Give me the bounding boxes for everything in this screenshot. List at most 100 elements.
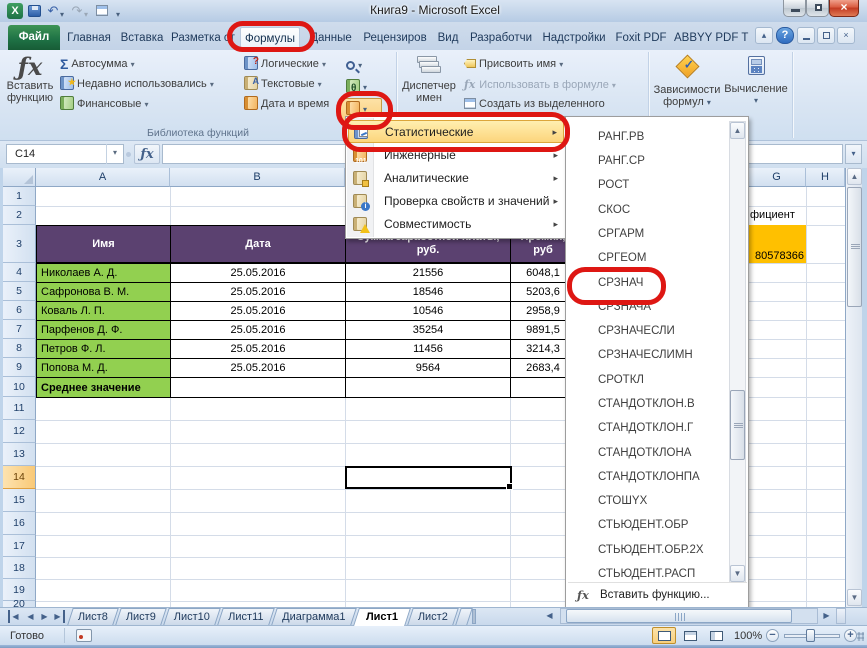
workbook-minimize-icon[interactable]: [797, 27, 815, 44]
sheet-tab-list10[interactable]: Лист10: [163, 608, 221, 625]
insert-function-button[interactable]: ƒx Вставить функцию: [6, 54, 54, 104]
function-item[interactable]: СТАНДОТКЛОНПА: [568, 465, 728, 489]
cell-a8[interactable]: Петров Ф. Л.: [36, 339, 171, 359]
menu-scrollbar-thumb[interactable]: [730, 390, 745, 460]
function-item[interactable]: РАНГ.СР: [568, 149, 728, 173]
collapse-ribbon-icon[interactable]: ▴: [755, 27, 773, 44]
cell-g3-highlighted-value[interactable]: 80578366: [748, 225, 806, 263]
financial-button[interactable]: Финансовые ▾: [60, 95, 148, 114]
name-manager-button[interactable]: Диспетчер имен: [400, 56, 458, 104]
menu-item-engineering[interactable]: 101 Инженерные ▸: [348, 144, 564, 167]
cell-c8[interactable]: 11456: [345, 339, 511, 359]
function-item-srznach[interactable]: СРЗНАЧ: [568, 271, 728, 295]
function-item[interactable]: РОСТ: [568, 173, 728, 197]
tab-data[interactable]: Данные: [306, 27, 356, 50]
column-header-b[interactable]: B: [170, 168, 345, 187]
cell-a5[interactable]: Сафронова В. М.: [36, 282, 171, 302]
workbook-restore-icon[interactable]: [817, 27, 835, 44]
cell-b6[interactable]: 25.05.2016: [170, 301, 346, 321]
autosum-button[interactable]: ΣАвтосумма ▾: [60, 55, 135, 74]
row-header-11[interactable]: 11: [3, 397, 36, 420]
function-item[interactable]: СРОТКЛ: [568, 368, 728, 392]
date-time-button[interactable]: Дата и время: [244, 95, 329, 114]
insert-function-menu-item[interactable]: ƒx Вставить функцию...: [567, 583, 748, 607]
select-all-corner[interactable]: [3, 168, 36, 187]
horizontal-scrollbar-thumb[interactable]: [566, 609, 792, 623]
function-item[interactable]: СРЗНАЧА: [568, 295, 728, 319]
cell-b7[interactable]: 25.05.2016: [170, 320, 346, 340]
minimize-button[interactable]: [783, 0, 806, 17]
function-item[interactable]: РАНГ.РВ: [568, 125, 728, 149]
cell-b4[interactable]: 25.05.2016: [170, 263, 346, 283]
recently-used-button[interactable]: ★Недавно использовались ▾: [60, 75, 214, 94]
sheet-tab-list8[interactable]: Лист8: [67, 608, 119, 625]
tab-page-layout[interactable]: Разметка ст: [170, 27, 236, 50]
quick-access-table-icon[interactable]: [96, 5, 108, 16]
resize-grip[interactable]: [857, 632, 864, 641]
sheet-tab-list1-active[interactable]: Лист1: [353, 608, 411, 626]
cell-a7[interactable]: Парфенов Д. Ф.: [36, 320, 171, 340]
row-header-18[interactable]: 18: [3, 557, 36, 579]
prev-sheet-icon[interactable]: ◀: [24, 610, 37, 623]
name-box-dropdown-icon[interactable]: ▾: [106, 144, 123, 164]
redo-dropdown-icon[interactable]: ▾: [84, 7, 88, 23]
next-sheet-icon[interactable]: ▶: [38, 610, 51, 623]
row-header-9[interactable]: 9: [3, 358, 36, 377]
cell-b5[interactable]: 25.05.2016: [170, 282, 346, 302]
row-header-12[interactable]: 12: [3, 420, 36, 443]
scrollbar-resize-handle[interactable]: [836, 608, 846, 624]
define-name-button[interactable]: Присвоить имя ▾: [464, 55, 563, 74]
close-button[interactable]: ×: [829, 0, 859, 17]
cell-a9[interactable]: Попова М. Д.: [36, 358, 171, 378]
zoom-slider-thumb[interactable]: [806, 629, 815, 642]
cell-a10-average-label[interactable]: Среднее значение: [36, 377, 171, 398]
menu-item-information[interactable]: i Проверка свойств и значений ▸: [348, 190, 564, 213]
use-in-formula-button[interactable]: ƒxИспользовать в формуле ▾: [464, 75, 616, 94]
scroll-up-icon[interactable]: ▲: [847, 168, 862, 185]
hscroll-right-icon[interactable]: ▶: [820, 609, 833, 622]
row-header-1[interactable]: 1: [3, 187, 36, 206]
function-item[interactable]: СТАНДОТКЛОНА: [568, 441, 728, 465]
menu-item-compatibility[interactable]: Совместимость ▸: [348, 213, 564, 236]
column-header-h[interactable]: H: [806, 168, 845, 187]
scroll-down-icon[interactable]: ▼: [730, 565, 745, 582]
vertical-scrollbar[interactable]: ▲ ▼: [845, 168, 862, 607]
macro-record-button[interactable]: [76, 629, 92, 642]
function-item[interactable]: СРГАРМ: [568, 222, 728, 246]
restore-button[interactable]: [806, 0, 829, 17]
cell-c6[interactable]: 10546: [345, 301, 511, 321]
column-header-g[interactable]: G: [748, 168, 806, 187]
create-from-selection-button[interactable]: Создать из выделенного: [464, 95, 605, 114]
menu-item-statistical[interactable]: Статистические ▸: [348, 120, 564, 143]
menu-item-analytical[interactable]: Аналитические ▸: [348, 167, 564, 190]
cell-a6[interactable]: Коваль Л. П.: [36, 301, 171, 321]
view-page-layout-button[interactable]: [678, 627, 702, 644]
row-header-5[interactable]: 5: [3, 282, 36, 301]
table-header-date[interactable]: Дата: [170, 225, 346, 263]
horizontal-scrollbar[interactable]: [560, 608, 818, 624]
scroll-up-icon[interactable]: ▲: [730, 122, 745, 139]
row-header-7[interactable]: 7: [3, 320, 36, 339]
tab-review[interactable]: Рецензиров: [360, 27, 430, 50]
undo-dropdown-icon[interactable]: ▾: [60, 7, 64, 23]
row-header-16[interactable]: 16: [3, 512, 36, 535]
row-header-14-selected[interactable]: 14: [3, 466, 36, 489]
function-item[interactable]: СТАНДОТКЛОН.Г: [568, 416, 728, 440]
cell-c4[interactable]: 21556: [345, 263, 511, 283]
function-item[interactable]: СРЗНАЧЕСЛИМН: [568, 343, 728, 367]
formula-auditing-button[interactable]: ✓ Зависимости формул ▾: [652, 56, 722, 109]
function-item[interactable]: СТОШYX: [568, 489, 728, 513]
scroll-down-icon[interactable]: ▼: [847, 589, 862, 606]
function-item[interactable]: СТЬЮДЕНТ.ОБР: [568, 513, 728, 537]
column-header-a[interactable]: A: [36, 168, 170, 187]
last-sheet-icon[interactable]: ▶: [52, 610, 65, 623]
row-header-4[interactable]: 4: [3, 263, 36, 282]
cell-c9[interactable]: 9564: [345, 358, 511, 378]
calculation-button[interactable]: Вычисление ▾: [724, 56, 788, 107]
row-header-3[interactable]: 3: [3, 225, 36, 263]
cell-c5[interactable]: 18546: [345, 282, 511, 302]
row-header-15[interactable]: 15: [3, 489, 36, 512]
row-header-8[interactable]: 8: [3, 339, 36, 358]
view-normal-button[interactable]: [652, 627, 676, 644]
cell-c10[interactable]: [345, 377, 511, 398]
